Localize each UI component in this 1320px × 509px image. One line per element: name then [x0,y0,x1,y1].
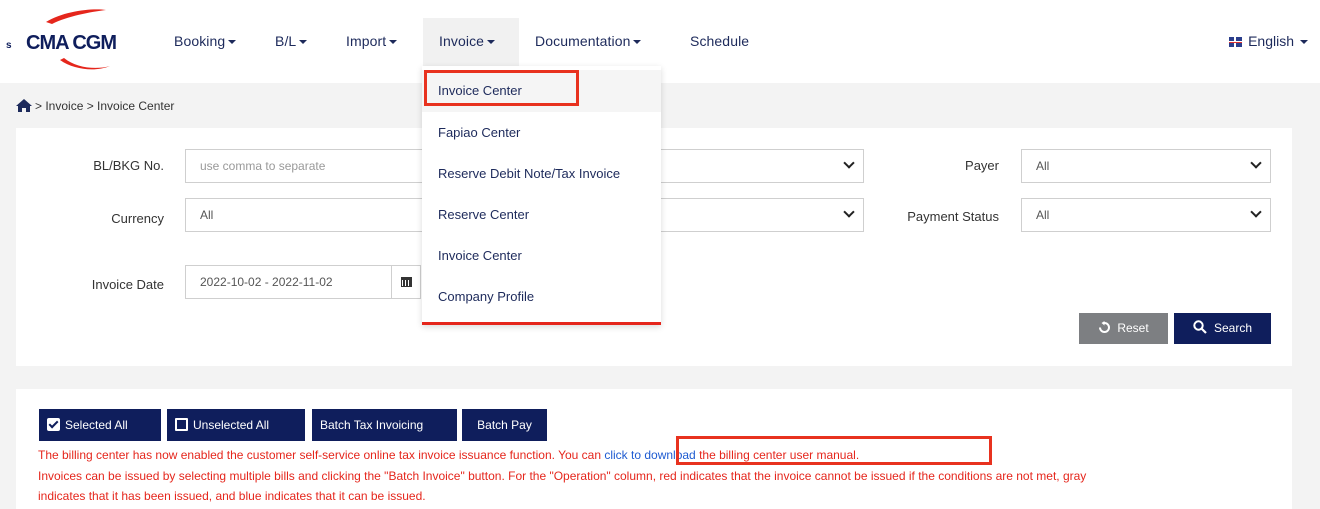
nav-schedule[interactable]: Schedule [690,33,749,49]
menu-item-reserve-center[interactable]: Reserve Center [438,207,529,222]
nav-documentation[interactable]: Documentation [535,33,642,49]
payer-select[interactable]: All [1021,149,1271,183]
checked-box-icon [47,418,60,431]
menu-item-invoice-center-2[interactable]: Invoice Center [438,248,522,263]
brand-name: CMA CGM [26,32,116,54]
chevron-down-icon [843,157,855,169]
search-label: Search [1213,321,1253,335]
cma-cgm-logo[interactable]: s CMA CGM [6,8,136,74]
payer-label: Payer [965,158,999,173]
nav-booking[interactable]: Booking [174,33,237,49]
chevron-down-icon [1250,206,1262,218]
chevron-down-icon [843,206,855,218]
unselected-all-label: Unselected All [193,418,270,432]
payment-status-label: Payment Status [907,209,999,224]
currency-value: All [200,208,214,222]
batch-pay-button[interactable]: Batch Pay [462,409,547,441]
selected-all-label: Selected All [65,418,128,432]
reset-button[interactable]: Reset [1079,313,1168,344]
caret-down-icon [299,40,308,45]
nav-import[interactable]: Import [346,33,398,49]
unchecked-box-icon [175,418,188,431]
nav-bl[interactable]: B/L [275,33,308,49]
invoice-date-input[interactable]: 2022-10-02 - 2022-11-02 [185,265,392,299]
home-icon[interactable] [16,99,32,112]
payment-status-select[interactable]: All [1021,198,1271,232]
caret-down-icon [389,40,398,45]
bl-label: BL/BKG No. [93,158,164,173]
nav-booking-label: Booking [174,33,226,49]
notice-line-3: indicates that it has been issued, and b… [38,489,426,503]
selected-all-button[interactable]: Selected All [39,409,161,441]
menu-item-company-profile[interactable]: Company Profile [438,289,534,304]
currency-label: Currency [111,211,164,226]
uk-flag-icon [1229,37,1243,47]
nav-invoice-label: Invoice [439,33,485,49]
breadcrumb: > Invoice > Invoice Center [16,99,174,113]
notice-line-2: Invoices can be issued by selecting mult… [38,469,1087,483]
reset-label: Reset [1117,321,1149,335]
caret-down-icon [1300,40,1308,45]
unselected-all-button[interactable]: Unselected All [167,409,305,441]
nav-import-label: Import [346,33,387,49]
nav-invoice[interactable]: Invoice [439,33,496,49]
calendar-icon[interactable] [391,265,421,299]
search-button[interactable]: Search [1174,313,1271,344]
invoice-date-label: Invoice Date [91,277,164,292]
caret-down-icon [228,40,237,45]
notice-text: The billing center has now enabled the c… [38,448,605,462]
highlight-box-invoice-center [424,70,579,106]
batch-tax-invoicing-button[interactable]: Batch Tax Invoicing [312,409,457,441]
currency-select[interactable]: All [185,198,425,232]
payer-value: All [1036,159,1050,173]
menu-item-fapiao-center[interactable]: Fapiao Center [438,125,520,140]
chevron-down-icon [1250,157,1262,169]
middle-select-1[interactable] [655,149,864,183]
language-label: English [1248,33,1294,49]
highlight-box-download [676,436,992,465]
nav-schedule-label: Schedule [690,33,750,49]
caret-down-icon [487,40,496,45]
nav-bl-label: B/L [275,33,297,49]
caret-down-icon [633,40,642,45]
breadcrumb-text: > Invoice > Invoice Center [35,99,175,113]
bl-input[interactable]: use comma to separate [185,149,425,183]
search-icon [1193,320,1207,334]
middle-select-2[interactable] [655,198,864,232]
nav-documentation-label: Documentation [535,33,631,49]
language-selector[interactable]: English [1229,33,1308,49]
reset-icon [1099,321,1111,333]
menu-item-reserve-debit-note[interactable]: Reserve Debit Note/Tax Invoice [438,166,620,181]
svg-text:s: s [6,40,12,51]
payment-status-value: All [1036,208,1050,222]
